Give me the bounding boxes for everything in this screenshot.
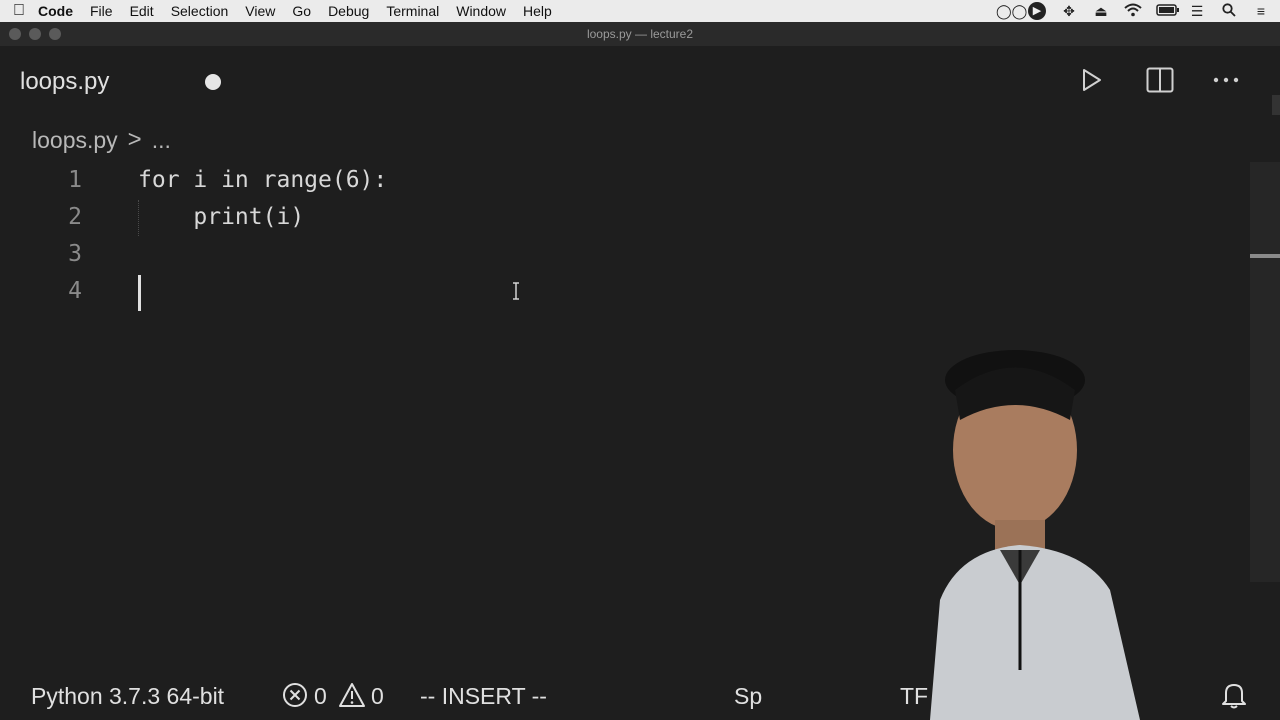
menu-debug[interactable]: Debug — [328, 3, 379, 19]
tab-loops-py[interactable]: loops.py — [20, 68, 109, 96]
menu-code[interactable]: Code — [38, 3, 83, 19]
warning-icon[interactable] — [338, 682, 365, 708]
menu-view[interactable]: View — [245, 3, 285, 19]
scroll-position-marker — [1250, 254, 1280, 258]
presenter-video — [930, 350, 1140, 720]
code-line[interactable]: 2 print(i) — [0, 204, 1250, 241]
breadcrumb-symbols[interactable]: ... — [152, 127, 171, 154]
error-icon[interactable] — [282, 682, 308, 708]
breadcrumb-file[interactable]: loops.py — [32, 127, 118, 154]
ibeam-cursor-icon — [511, 282, 521, 300]
search-icon[interactable] — [1220, 2, 1238, 20]
menu-bar:  Code File Edit Selection View Go Debug… — [0, 0, 1280, 22]
apple-icon[interactable]:  — [0, 2, 38, 20]
line-number: 3 — [68, 241, 82, 267]
error-count[interactable]: 0 — [314, 683, 327, 710]
wifi-icon[interactable] — [1124, 3, 1142, 20]
code-line[interactable]: 1 for i in range(6): — [0, 167, 1250, 204]
battery-icon[interactable] — [1156, 3, 1179, 19]
sliders-icon[interactable]: ☰ — [1188, 3, 1206, 20]
text-cursor — [138, 275, 141, 311]
vim-mode: -- INSERT -- — [420, 683, 547, 709]
split-editor-icon[interactable] — [1142, 62, 1178, 98]
breadcrumb: loops.py > ... — [32, 126, 171, 154]
code-line[interactable]: 4 — [0, 278, 1250, 315]
eject-icon[interactable]: ⏏ — [1092, 3, 1110, 20]
play-circle-icon[interactable]: ▶ — [1028, 2, 1046, 20]
indent-guide — [138, 200, 139, 236]
breadcrumb-separator: > — [127, 126, 142, 153]
vertical-scrollbar[interactable] — [1250, 162, 1280, 582]
code-text[interactable]: print(i) — [138, 204, 304, 230]
menu-window[interactable]: Window — [456, 3, 516, 19]
line-number: 4 — [68, 278, 82, 304]
move-icon[interactable]: ✥ — [1060, 3, 1078, 20]
glasses-icon[interactable]: ◯◯ — [996, 3, 1027, 20]
warning-count[interactable]: 0 — [371, 683, 384, 710]
menu-selection[interactable]: Selection — [171, 3, 239, 19]
menu-help[interactable]: Help — [523, 3, 562, 19]
python-interpreter[interactable]: Python 3.7.3 64-bit — [31, 683, 224, 710]
code-text[interactable]: for i in range(6): — [138, 167, 387, 193]
more-icon[interactable] — [1208, 62, 1244, 98]
menu-edit[interactable]: Edit — [130, 3, 164, 19]
list-icon[interactable]: ≡ — [1252, 3, 1270, 19]
play-icon[interactable] — [1074, 62, 1110, 98]
minimap-edge — [1272, 95, 1280, 115]
title-bar: loops.py — lecture2 — [0, 22, 1280, 46]
unsaved-dot-icon[interactable] — [205, 74, 221, 90]
menu-terminal[interactable]: Terminal — [386, 3, 449, 19]
line-number: 1 — [68, 167, 82, 193]
menu-go[interactable]: Go — [292, 3, 321, 19]
status-tray: ◯◯ ▶ ✥ ⏏ ☰ ≡ — [996, 0, 1270, 22]
indentation-status[interactable]: Sp — [734, 683, 762, 710]
window-title: loops.py — lecture2 — [586, 27, 694, 41]
code-line[interactable]: 3 — [0, 241, 1250, 278]
line-number: 2 — [68, 204, 82, 230]
menu-file[interactable]: File — [90, 3, 123, 19]
